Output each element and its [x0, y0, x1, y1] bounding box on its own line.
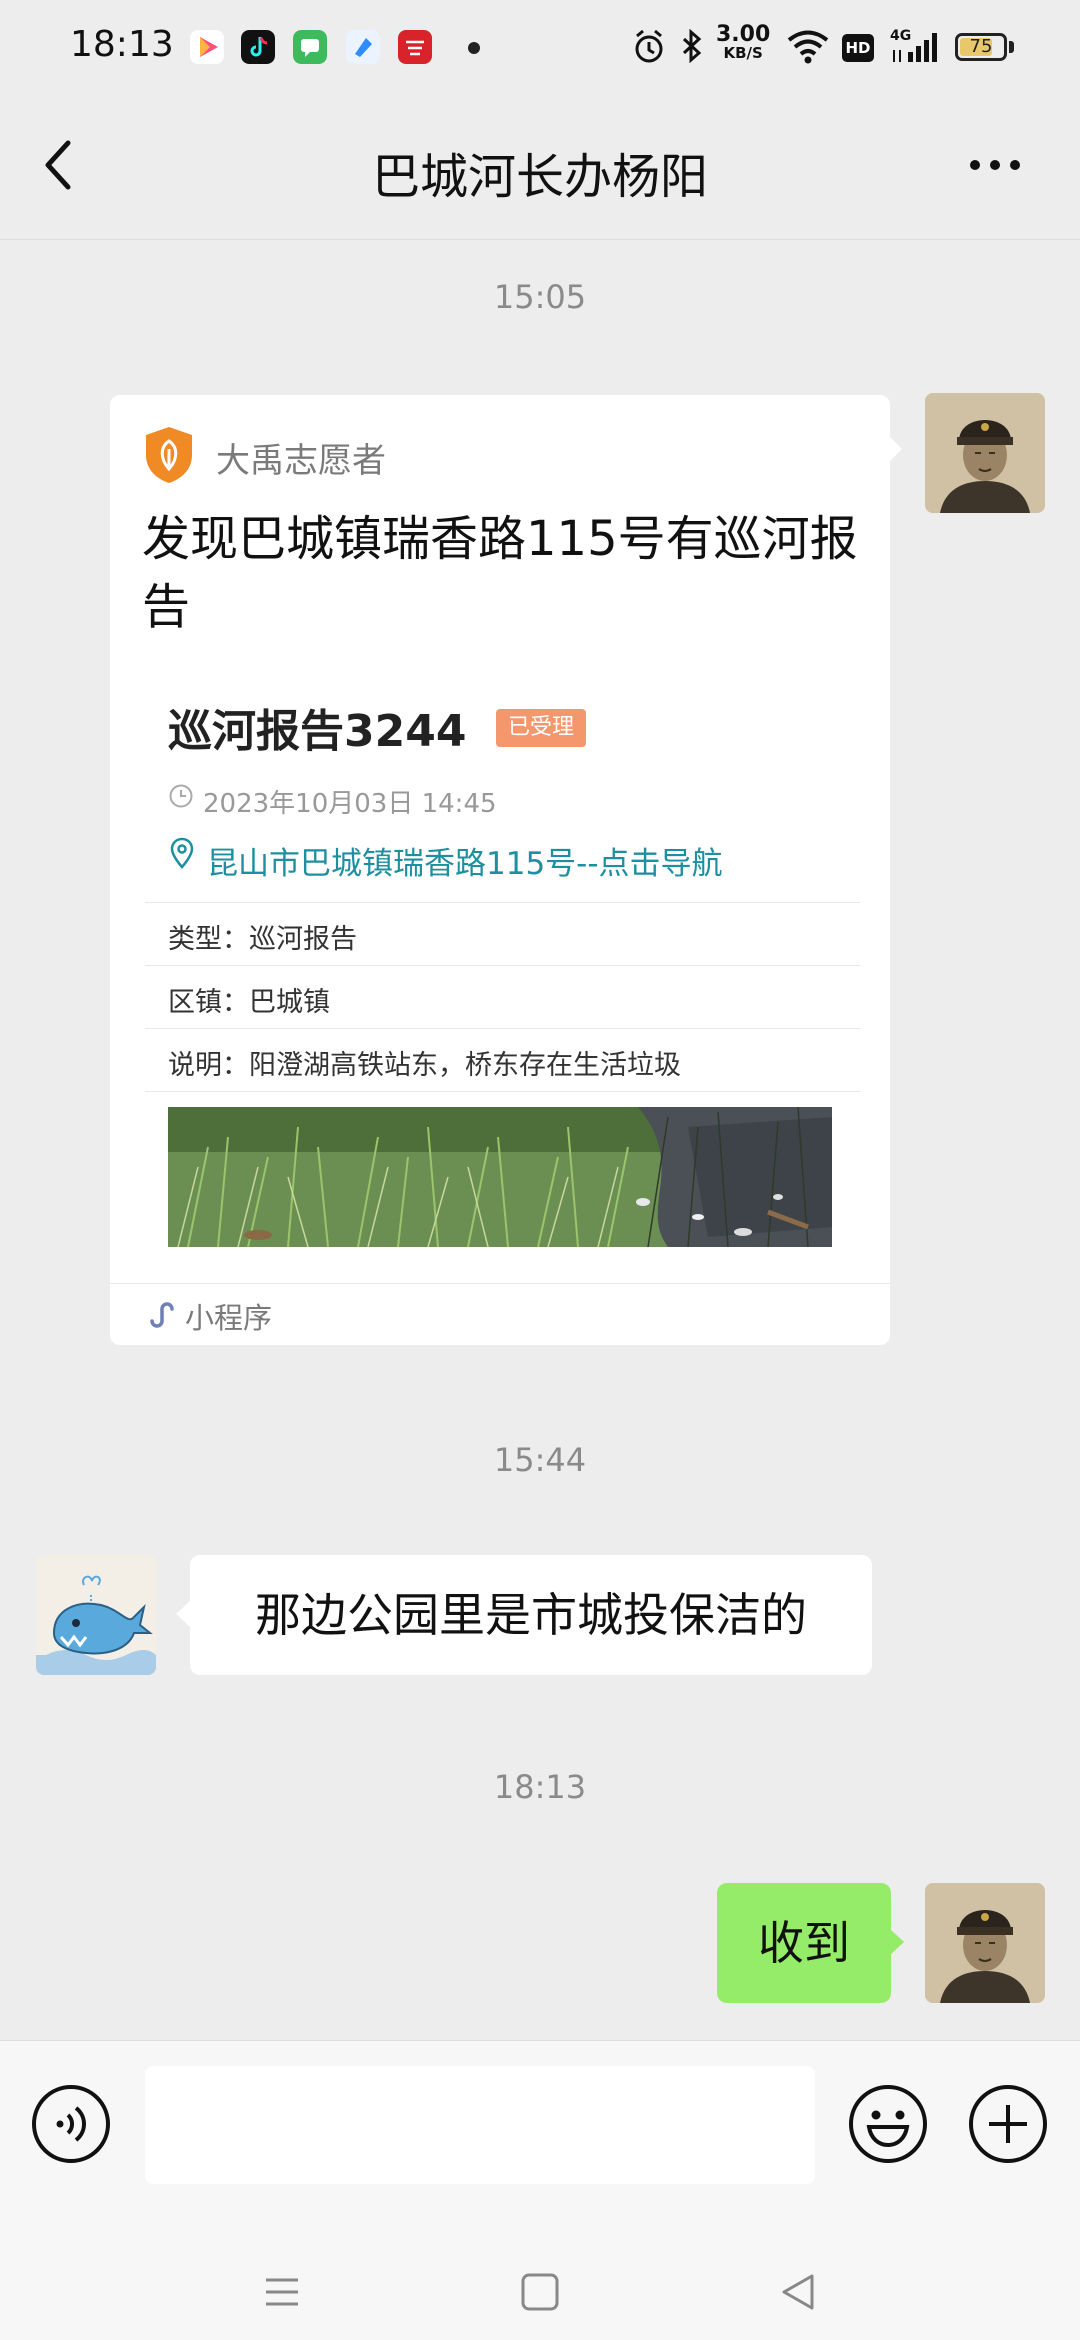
- card-footer-divider: [110, 1283, 890, 1284]
- location-pin-icon: [170, 837, 194, 869]
- avatar[interactable]: [36, 1555, 156, 1675]
- message-input[interactable]: [145, 2066, 815, 2184]
- info-row-district: 区镇：巴城镇: [168, 987, 330, 1018]
- page-title: 巴城河长办杨阳: [371, 149, 708, 205]
- divider: [145, 902, 860, 903]
- report-time: 2023年10月03日 14:45: [203, 789, 497, 819]
- message-text: 收到: [758, 1916, 850, 1970]
- plus-icon[interactable]: [967, 2083, 1049, 2165]
- location-link[interactable]: 昆山市巴城镇瑞香路115号--点击导航: [207, 838, 723, 883]
- emoji-icon[interactable]: [847, 2083, 929, 2165]
- clock-icon: [169, 784, 193, 808]
- message-text: 那边公园里是市城投保洁的: [255, 1588, 807, 1642]
- network-speed: 3.00 KB/S: [716, 22, 771, 63]
- input-bar: [0, 2040, 1080, 2240]
- mini-program-label: 小程序: [185, 1301, 273, 1335]
- voice-icon[interactable]: [30, 2083, 112, 2165]
- bubble-tail: [176, 1601, 190, 1627]
- wifi-icon: [787, 30, 829, 64]
- home-icon[interactable]: [510, 2262, 570, 2322]
- timestamp: 15:44: [493, 1441, 587, 1479]
- douyin-app-icon: [241, 30, 275, 64]
- message-bubble-sent[interactable]: 收到: [717, 1883, 891, 2003]
- notification-dot: [468, 42, 480, 54]
- avatar[interactable]: [925, 1883, 1045, 2003]
- hd-badge: HD: [842, 34, 874, 62]
- divider: [145, 1091, 860, 1092]
- status-time: 18:13: [70, 24, 174, 65]
- message-bubble-received[interactable]: 那边公园里是市城投保洁的: [190, 1555, 872, 1675]
- report-title: 巡河报告3244: [168, 706, 467, 757]
- status-badge: 已受理: [496, 709, 587, 747]
- volunteer-badge-icon: [146, 427, 192, 483]
- signal-icon: [893, 33, 937, 62]
- bubble-tail: [890, 1929, 904, 1955]
- timestamp: 15:05: [493, 278, 587, 316]
- video-app-icon: [190, 30, 224, 64]
- divider: [145, 1028, 860, 1029]
- battery-indicator: 75: [955, 33, 1007, 61]
- battery-tip: [1009, 41, 1014, 53]
- bluetooth-icon: [682, 28, 702, 64]
- messages-app-icon: [293, 30, 327, 64]
- more-dots-icon[interactable]: [960, 135, 1030, 195]
- mini-program-source: 大禹志愿者: [216, 441, 386, 481]
- system-nav-bar: [0, 2240, 1080, 2340]
- mini-program-title: 发现巴城镇瑞香路115号有巡河报告: [142, 511, 858, 635]
- info-row-type: 类型：巡河报告: [168, 924, 357, 955]
- timestamp: 18:13: [493, 1768, 587, 1806]
- red-app-icon: [398, 30, 432, 64]
- alarm-icon: [635, 29, 663, 63]
- chat-header: 巴城河长办杨阳: [0, 95, 1080, 240]
- back-triangle-icon[interactable]: [768, 2262, 828, 2322]
- info-row-description: 说明：阳澄湖高铁站东，桥东存在生活垃圾: [168, 1050, 681, 1081]
- bubble-tail: [888, 435, 902, 463]
- divider: [145, 965, 860, 966]
- avatar[interactable]: [925, 393, 1045, 513]
- river-photo: [168, 1107, 832, 1247]
- mini-program-card[interactable]: 大禹志愿者 发现巴城镇瑞香路115号有巡河报告 巡河报告3244 已受理 202…: [110, 395, 890, 1345]
- mini-program-icon: [150, 1302, 174, 1328]
- blue-app-icon: [346, 30, 380, 64]
- status-bar: 18:13 3.00 KB/S HD 4G 75: [0, 0, 1080, 95]
- menu-icon[interactable]: [252, 2262, 312, 2322]
